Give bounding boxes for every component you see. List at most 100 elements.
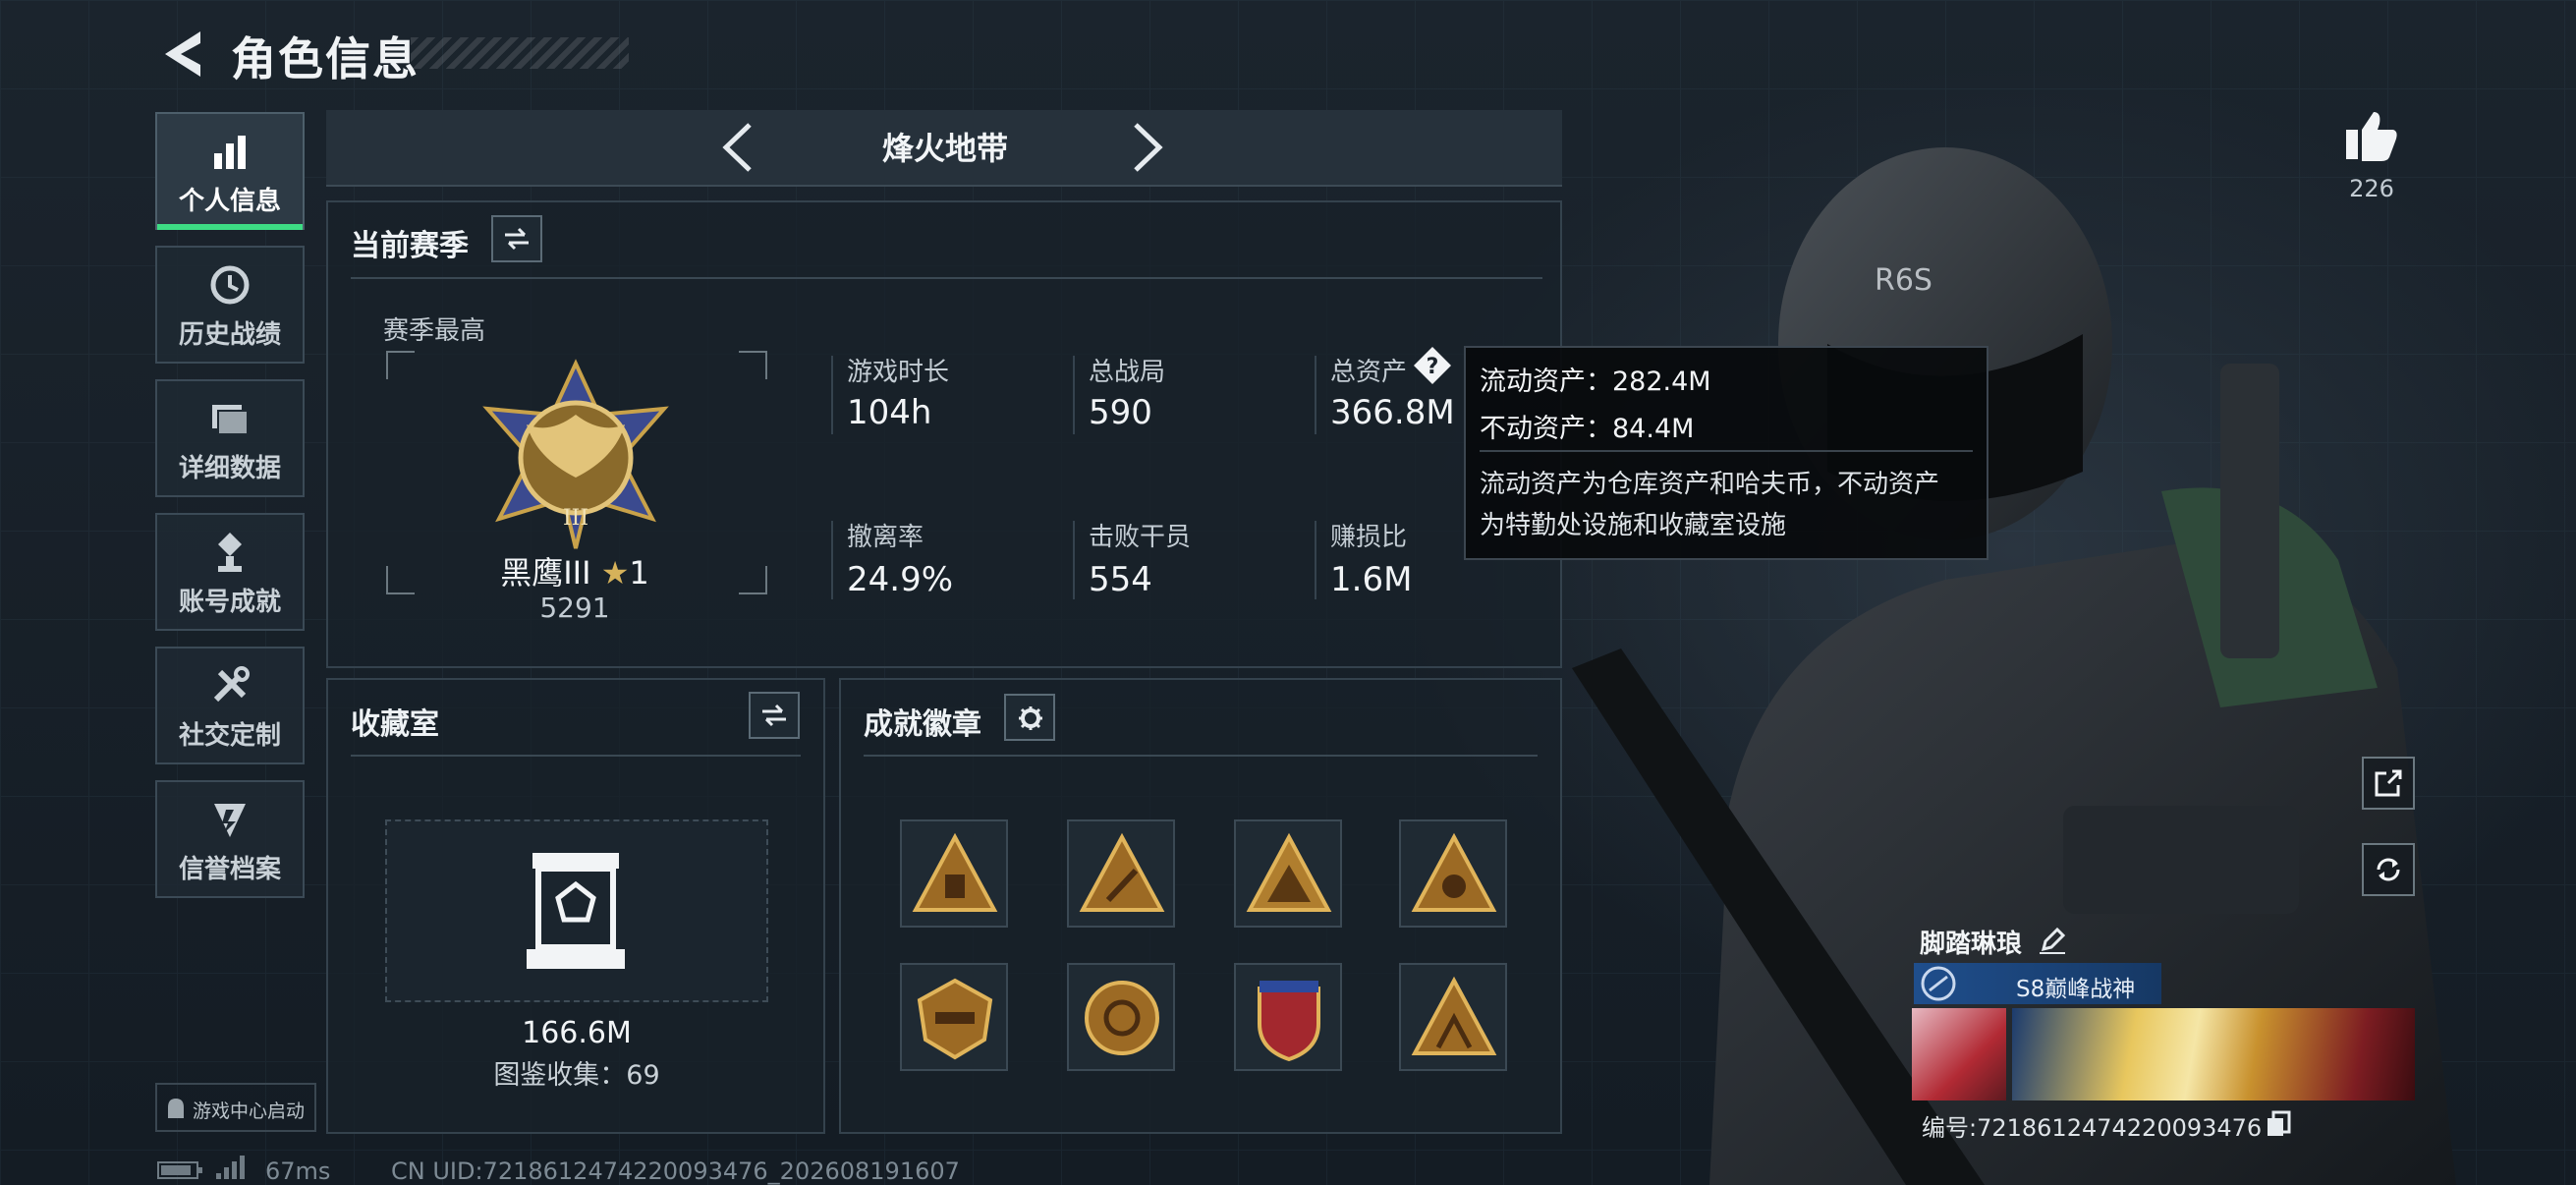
share-icon	[2375, 769, 2402, 797]
player-id: 编号:7218612474220093476	[1922, 1114, 2263, 1142]
achievement-badge[interactable]	[900, 963, 1008, 1071]
achievement-badge[interactable]	[1399, 963, 1507, 1071]
achievements-settings-button[interactable]	[1004, 694, 1055, 741]
swap-icon	[505, 227, 529, 251]
reputation-icon	[214, 804, 246, 837]
season-switch-button[interactable]	[491, 215, 542, 262]
rank-label: 黑鹰III ★1	[462, 548, 688, 593]
player-name: 脚踏琳琅	[1920, 930, 2023, 959]
sidebar-item-social-custom[interactable]: 社交定制	[155, 647, 305, 764]
stat-label-play-time: 游戏时长	[847, 358, 950, 387]
title-badge-label: S8巅峰战神	[2016, 977, 2136, 1002]
back-arrow-icon[interactable]	[157, 28, 206, 81]
sidebar-item-label: 账号成就	[178, 588, 281, 617]
season-divider	[351, 277, 1542, 279]
star-icon: ★	[600, 554, 630, 592]
refresh-button[interactable]	[2362, 843, 2415, 896]
gear-icon	[1019, 706, 1042, 730]
tooltip-liquid-assets: 流动资产：282.4M	[1480, 367, 1711, 397]
sidebar-item-account-achievements[interactable]: 账号成就	[155, 513, 305, 631]
edit-icon[interactable]	[2038, 926, 2067, 955]
sidebar-item-label: 详细数据	[178, 454, 281, 483]
svg-text:?: ?	[1427, 355, 1439, 379]
achievements-title: 成就徽章	[864, 707, 981, 742]
share-button[interactable]	[2362, 757, 2415, 810]
stat-separator	[831, 356, 833, 434]
history-icon	[210, 265, 250, 305]
refresh-icon	[2377, 858, 2400, 881]
stat-value-profit-loss: 1.6M	[1330, 560, 1413, 599]
stat-label-total-matches: 总战局	[1089, 358, 1166, 387]
sidebar-item-label: 历史战绩	[178, 320, 281, 350]
sidebar-item-detailed-data[interactable]: 详细数据	[155, 379, 305, 497]
profile-card-banner[interactable]	[2012, 1008, 2415, 1100]
stat-separator	[831, 521, 833, 599]
title-decoration	[411, 37, 629, 69]
thumbs-up-icon[interactable]	[2344, 108, 2399, 163]
likes-count: 226	[2349, 175, 2394, 202]
sidebar-item-label: 个人信息	[178, 187, 281, 216]
tools-icon	[213, 666, 250, 703]
uid-text: CN UID:7218612474220093476_202608191607	[391, 1157, 960, 1185]
sidebar-item-label: 信誉档案	[178, 855, 281, 884]
display-case-icon	[527, 853, 625, 969]
stat-label-operators-killed: 击败干员	[1089, 523, 1192, 552]
chevron-left-icon[interactable]	[720, 122, 754, 173]
sidebar-item-reputation[interactable]: 信誉档案	[155, 780, 305, 898]
rank-points: 5291	[539, 592, 610, 624]
achievement-badge[interactable]	[1234, 963, 1342, 1071]
title-badge: S8巅峰战神	[1914, 963, 2161, 1004]
tooltip-divider	[1480, 450, 1973, 452]
achievement-badge[interactable]	[1067, 819, 1175, 928]
stat-value-extract-rate: 24.9%	[847, 560, 954, 599]
stat-separator	[1315, 521, 1316, 599]
sidebar-item-personal-info[interactable]: 个人信息	[155, 112, 305, 230]
collection-divider	[351, 755, 801, 757]
achievement-badge[interactable]	[1234, 819, 1342, 928]
season-title: 当前赛季	[351, 229, 469, 263]
badge-8-icon	[1411, 976, 1497, 1055]
achievement-badge[interactable]	[900, 819, 1008, 928]
sidebar-item-history[interactable]: 历史战绩	[155, 246, 305, 364]
stat-separator	[1315, 356, 1316, 434]
rank-stars: 1	[629, 554, 649, 592]
stat-separator	[1073, 356, 1075, 434]
ping-value: 67ms	[265, 1157, 331, 1185]
badge-3-icon	[1246, 832, 1332, 912]
season-best-label: 赛季最高	[383, 316, 486, 346]
stat-separator	[1073, 521, 1075, 599]
copy-icon[interactable]	[2266, 1110, 2291, 1138]
tooltip-fixed-assets: 不动资产：84.4M	[1480, 414, 1695, 444]
badge-1-icon	[912, 832, 998, 912]
badge-5-icon	[917, 978, 993, 1060]
chevron-right-icon[interactable]	[1132, 122, 1165, 173]
swap-icon	[762, 704, 786, 727]
catalog-count: 图鉴收集：69	[493, 1060, 660, 1091]
achievement-badge[interactable]	[1067, 963, 1175, 1071]
svg-text:III: III	[563, 506, 588, 531]
badge-7-icon	[1258, 981, 1320, 1061]
stat-value-total-assets: 366.8M	[1330, 393, 1455, 432]
svg-text:R6S: R6S	[1875, 263, 1932, 298]
collection-switch-button[interactable]	[749, 692, 800, 739]
badge-2-icon	[1079, 832, 1165, 912]
rank-emblem-icon: III	[482, 359, 669, 549]
game-center-button[interactable]: 游戏中心启动	[155, 1083, 316, 1132]
achievement-icon	[218, 533, 242, 572]
signal-icon	[216, 1156, 245, 1179]
badge-4-icon	[1411, 832, 1497, 912]
stat-label-extract-rate: 撤离率	[847, 523, 924, 552]
mode-selector-label[interactable]: 烽火地带	[837, 124, 1053, 169]
badge-6-icon	[1085, 981, 1159, 1055]
folders-icon	[212, 405, 249, 435]
help-icon[interactable]: ?	[1412, 345, 1453, 386]
game-center-icon	[168, 1099, 184, 1118]
stat-value-operators-killed: 554	[1089, 560, 1152, 599]
achievement-badge[interactable]	[1399, 819, 1507, 928]
stat-label-total-assets: 总资产	[1330, 358, 1408, 387]
profile-card-avatar[interactable]	[1912, 1008, 2006, 1100]
page-title: 角色信息	[231, 32, 420, 85]
battery-icon	[157, 1161, 202, 1179]
collection-value: 166.6M	[522, 1016, 632, 1050]
rank-name: 黑鹰III	[500, 554, 591, 592]
